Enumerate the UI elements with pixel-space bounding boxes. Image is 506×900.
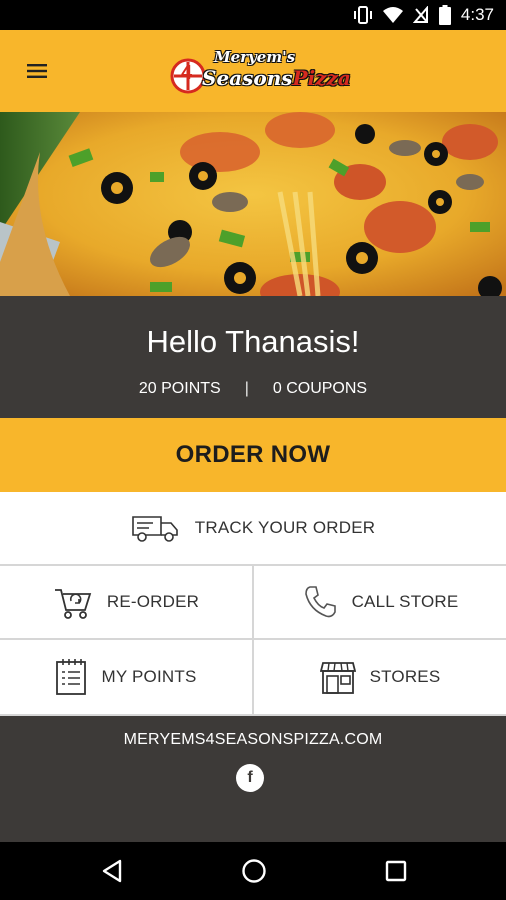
delivery-truck-icon (131, 516, 178, 542)
battery-icon (438, 5, 451, 25)
coupons-count[interactable]: 0 COUPONS (273, 380, 367, 398)
reorder-button[interactable]: RE-ORDER (0, 566, 252, 638)
brand-logo: 4 Meryem's SeasonsPizza (168, 46, 351, 98)
status-icons: 4:37 (353, 4, 494, 26)
points-notepad-icon (56, 659, 87, 695)
my-points-button[interactable]: MY POINTS (0, 640, 252, 714)
order-now-button[interactable]: ORDER NOW (0, 418, 506, 492)
back-icon[interactable] (97, 856, 127, 886)
hero-pizza-image (0, 112, 506, 296)
system-nav-bar (0, 842, 506, 900)
logo-text-main: SeasonsPizza (202, 66, 351, 90)
pizza-slice-photo (0, 112, 506, 296)
logo-text-pizza: Pizza (292, 66, 351, 90)
no-sim-icon (412, 6, 428, 23)
track-order-label: TRACK YOUR ORDER (194, 518, 376, 537)
reorder-cart-icon (54, 589, 92, 619)
app-bar: 4 Meryem's SeasonsPizza (0, 30, 506, 112)
logo-text-seasons: Seasons (202, 66, 293, 90)
hamburger-menu-icon[interactable] (22, 58, 52, 84)
stores-button[interactable]: STORES (254, 640, 506, 714)
footer: MERYEMS4SEASONSPIZZA.COM f (0, 716, 506, 842)
call-store-button[interactable]: CALL STORE (254, 566, 506, 638)
status-bar: 4:37 (0, 0, 506, 30)
reorder-label: RE-ORDER (106, 592, 200, 611)
vibrate-icon (353, 6, 372, 24)
home-icon[interactable] (239, 856, 269, 886)
recents-icon[interactable] (381, 856, 411, 886)
greeting-panel: Hello Thanasis! 20 POINTS | 0 COUPONS (0, 296, 506, 418)
status-time: 4:37 (460, 5, 494, 24)
facebook-icon[interactable]: f (236, 764, 264, 792)
logo-mark: 4 (181, 62, 193, 84)
call-store-label: CALL STORE (351, 592, 459, 611)
track-order-button[interactable]: TRACK YOUR ORDER (0, 492, 506, 566)
greeting-title: Hello Thanasis! (146, 324, 360, 359)
wifi-icon (382, 7, 403, 23)
stats-separator: | (244, 380, 249, 397)
action-grid: RE-ORDER CALL STORE MY POINTS STORES (0, 566, 506, 716)
my-points-label: MY POINTS (101, 667, 197, 686)
phone-icon (304, 586, 336, 618)
website-link[interactable]: MERYEMS4SEASONSPIZZA.COM (0, 731, 506, 749)
stores-label: STORES (369, 667, 441, 686)
storefront-icon (319, 662, 356, 694)
loyalty-stats: 20 POINTS | 0 COUPONS (0, 380, 506, 398)
logo-text-top: Meryem's (214, 48, 296, 66)
points-count[interactable]: 20 POINTS (139, 380, 221, 398)
